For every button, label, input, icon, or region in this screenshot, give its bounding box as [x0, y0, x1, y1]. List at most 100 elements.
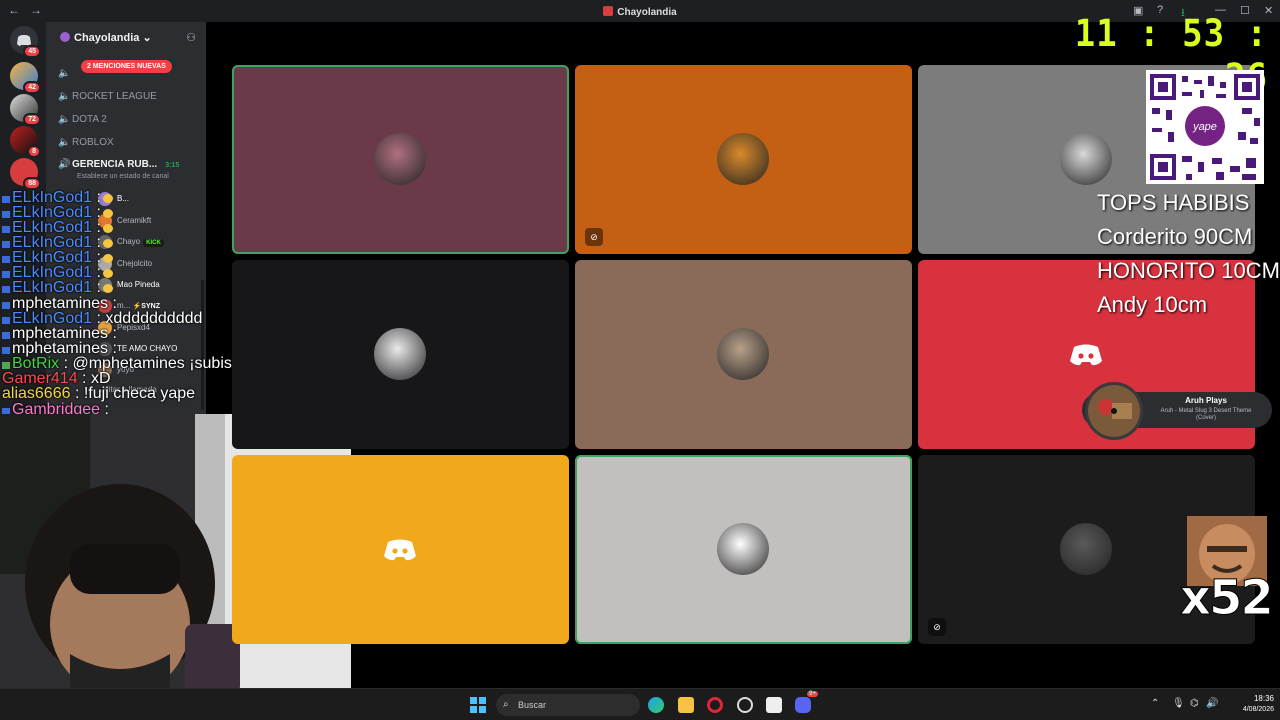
server-icon[interactable]: 42 [10, 62, 41, 94]
server-logo-icon [603, 6, 614, 16]
chat-text: : [96, 279, 101, 296]
participant-avatar [374, 328, 426, 380]
volume-icon[interactable]: 🔊 [1206, 698, 1218, 709]
platform-icon [2, 241, 10, 248]
multiplier-counter: x52 [1180, 570, 1275, 627]
edge-icon[interactable] [648, 697, 664, 713]
tops-title: TOPS HABIBIS [1097, 190, 1250, 215]
participant-tile[interactable] [232, 455, 569, 644]
discord-logo-icon [1069, 343, 1103, 367]
participant-tile[interactable] [575, 260, 912, 449]
speaker-icon: 🔊 [58, 159, 71, 170]
participant-avatar [717, 133, 769, 185]
server-header[interactable]: Chayolandia ⌄ [60, 31, 152, 44]
member-name: m... [117, 301, 131, 311]
server-name: Chayolandia [74, 32, 140, 44]
member-name: Chayo [117, 237, 141, 247]
discord-icon[interactable]: 9+ [795, 691, 818, 713]
channel-label: ROBLOX [72, 137, 114, 148]
participant-avatar [1060, 133, 1112, 185]
emote-icon [102, 194, 113, 203]
member-name: Ceramikft [117, 216, 152, 226]
windows-taskbar: ⌕ Buscar 9+ ⌃ 🎙 ⌬ 🔊 18:36 4/08/2026 [0, 688, 1280, 720]
server-badge: 8 [27, 145, 41, 158]
network-icon[interactable]: ⌬ [1190, 698, 1199, 709]
server-badge: 42 [23, 81, 41, 94]
discord-badge: 9+ [807, 691, 818, 697]
participant-tile[interactable] [575, 455, 912, 644]
chat-user: alias6666 [2, 385, 71, 402]
kick-label: KICK [146, 240, 161, 247]
file-explorer-icon[interactable] [678, 697, 694, 713]
platform-icon [2, 347, 10, 354]
emote-icon [102, 239, 113, 248]
platform-icon [2, 332, 10, 339]
channel-item[interactable]: 🔈 [58, 68, 72, 79]
channel-label: ROCKET LEAGUE [72, 91, 157, 102]
participant-avatar [374, 133, 426, 185]
now-playing-song: Aruh - Metal Slug 3 Desert Theme (Cover) [1160, 408, 1252, 421]
taskbar-time[interactable]: 18:36 [1238, 694, 1274, 703]
opera-icon[interactable] [707, 697, 723, 713]
taskbar-date[interactable]: 4/08/2026 [1226, 706, 1274, 713]
emote-icon [102, 224, 113, 233]
speaker-icon: 🔈 [58, 91, 71, 102]
speaker-icon: 🔈 [58, 137, 71, 148]
speaker-icon: 🔈 [58, 68, 71, 79]
yape-label: yape [1192, 121, 1217, 133]
album-art [1085, 382, 1143, 440]
chevron-down-icon: ⌄ [142, 32, 152, 44]
kick-badge: KICK [143, 239, 164, 248]
emote-icon [102, 209, 113, 218]
participant-tile[interactable]: ⊘ [575, 65, 912, 254]
obs-icon[interactable] [737, 697, 753, 713]
dm-badge: 45 [23, 45, 41, 58]
member-name: TE AMO CHAYO [117, 344, 178, 354]
channel-item-active[interactable]: 🔊 GERENCIA RUB... 3:15 [58, 159, 179, 170]
member-name: Mao Pineda [117, 280, 160, 290]
window-title-text: Chayolandia [617, 7, 677, 18]
tops-entry: Andy 10cm [1097, 292, 1208, 317]
mentions-pill[interactable]: 2 MENCIONES NUEVAS [81, 60, 172, 73]
add-member-icon[interactable]: ⚇ [186, 31, 196, 44]
tops-entry: HONORITO 10CM [1097, 258, 1280, 283]
emote-icon [102, 269, 113, 278]
platform-icon [2, 317, 10, 324]
platform-icon [2, 271, 10, 278]
platform-icon [2, 226, 10, 233]
channel-label: GERENCIA RUB... [72, 159, 158, 170]
server-badge: 72 [23, 113, 41, 126]
channel-item-rocket-league[interactable]: 🔈 ROCKET LEAGUE [58, 91, 157, 102]
participant-avatar [717, 523, 769, 575]
participant-tile[interactable] [232, 260, 569, 449]
server-icon[interactable]: 72 [10, 94, 41, 126]
app-icon[interactable] [766, 697, 782, 713]
mic-muted-icon: ⊘ [585, 228, 603, 246]
participant-avatar [717, 328, 769, 380]
discord-logo-icon [383, 538, 417, 562]
mic-icon[interactable]: 🎙 [1172, 698, 1185, 709]
scrollbar[interactable] [201, 280, 204, 410]
chevron-up-icon[interactable]: ⌃ [1151, 698, 1159, 709]
chat-user: ELkInGod1 [12, 279, 93, 296]
search-icon: ⌕ [503, 699, 509, 710]
windows-start-icon[interactable] [470, 697, 486, 713]
yape-qr-code: yape [1146, 70, 1264, 184]
platform-icon [2, 211, 10, 218]
participant-tile[interactable] [232, 65, 569, 254]
server-header-icon [60, 32, 70, 42]
platform-icon [2, 196, 10, 203]
server-icon[interactable]: 8 [10, 126, 41, 158]
channel-label: DOTA 2 [72, 114, 107, 125]
platform-icon [2, 362, 10, 369]
channel-item-dota2[interactable]: 🔈 DOTA 2 [58, 114, 107, 125]
taskbar-search[interactable]: ⌕ Buscar [496, 694, 640, 716]
mic-muted-icon: ⊘ [928, 618, 946, 636]
channel-item-roblox[interactable]: 🔈 ROBLOX [58, 137, 114, 148]
search-placeholder: Buscar [518, 700, 547, 710]
platform-icon [2, 302, 10, 309]
server-icon[interactable]: 88 [10, 158, 41, 190]
channel-status[interactable]: Establece un estado de canal [77, 173, 169, 180]
emote-icon [102, 254, 113, 263]
dm-home-icon[interactable]: 45 [10, 26, 41, 58]
